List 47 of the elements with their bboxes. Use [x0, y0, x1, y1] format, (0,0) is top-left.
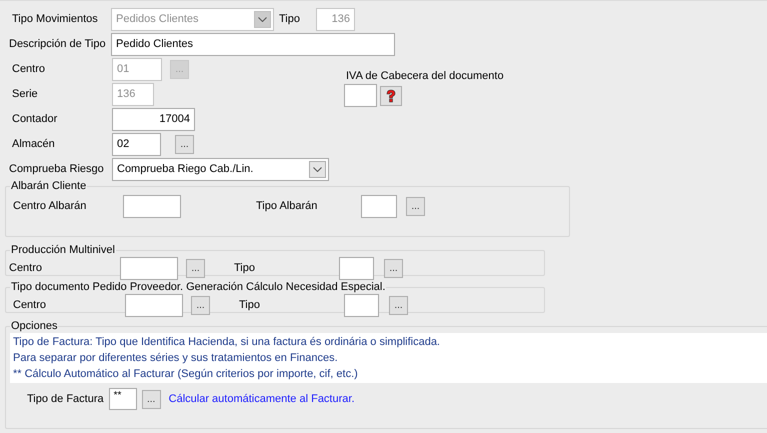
help-button[interactable] [380, 86, 402, 106]
dropdown[interactable]: Comprueba Riego Cab./Lin. [112, 158, 329, 181]
text-field[interactable] [339, 256, 374, 280]
chevron-down-icon [258, 17, 267, 22]
field-label: Centro Albarán [12, 199, 88, 214]
field-label: Tipo de Factura [27, 392, 104, 407]
group-title: Albarán Cliente [10, 179, 88, 193]
text-field[interactable] [344, 294, 379, 316]
browse-button[interactable]: ... [142, 390, 161, 408]
browse-button[interactable]: ... [389, 296, 408, 314]
field-label: Comprueba Riesgo [8, 162, 105, 178]
field-label: Descripción de Tipo [8, 37, 107, 52]
browse-button[interactable]: ... [406, 197, 425, 216]
field-label: Centro [8, 260, 44, 276]
group-title: Tipo documento Pedido Proveedor. Generación Cálculo Necesidad Especial. [10, 280, 386, 294]
text-field[interactable] [361, 195, 397, 218]
group-title: Producción Multinivel [10, 243, 116, 257]
field-label: Almacén [11, 137, 56, 152]
field-label: Centro [11, 62, 46, 78]
field-label: Tipo [279, 12, 301, 28]
text-field[interactable] [120, 256, 178, 280]
text-field[interactable] [344, 84, 377, 107]
text-field[interactable] [123, 195, 181, 218]
field-label: Centro [12, 298, 48, 313]
browse-button[interactable]: ... [191, 296, 210, 314]
field-label: IVA de Cabecera del documento [346, 69, 504, 83]
info-text: Tipo de Factura: Tipo que Identifica Hacienda, si una factura és ordinária o simplificada. [13, 335, 441, 350]
field-label: Tipo Movimientos [11, 12, 99, 28]
browse-button[interactable]: ... [186, 258, 205, 278]
text-field[interactable] [125, 294, 183, 316]
chevron-down-icon [313, 167, 322, 172]
text-field[interactable]: 17004 [112, 108, 195, 131]
browse-button[interactable]: ... [175, 135, 194, 154]
info-text: Para separar por diferentes séries y sus tratamientos en Finances. [13, 351, 339, 366]
text-field[interactable]: 02 [112, 133, 161, 156]
field-label: Tipo Albarán [256, 199, 318, 214]
group-title: Opciones [10, 319, 58, 333]
field-label: Tipo [239, 298, 261, 313]
info-text: ** Cálculo Automático al Facturar (Según criterios por importe, cif, etc.) [13, 367, 359, 382]
text-field[interactable]: Pedido Clientes [111, 33, 395, 56]
question-mark-icon [384, 88, 398, 102]
browse-button[interactable]: ... [384, 258, 403, 278]
field-label: Tipo [234, 260, 256, 276]
field-label: Serie [11, 87, 39, 102]
field-label: Contador [11, 112, 58, 128]
text-field[interactable]: ** [108, 388, 137, 410]
hint-text: Cálcular automáticamente al Facturar. [168, 392, 355, 407]
